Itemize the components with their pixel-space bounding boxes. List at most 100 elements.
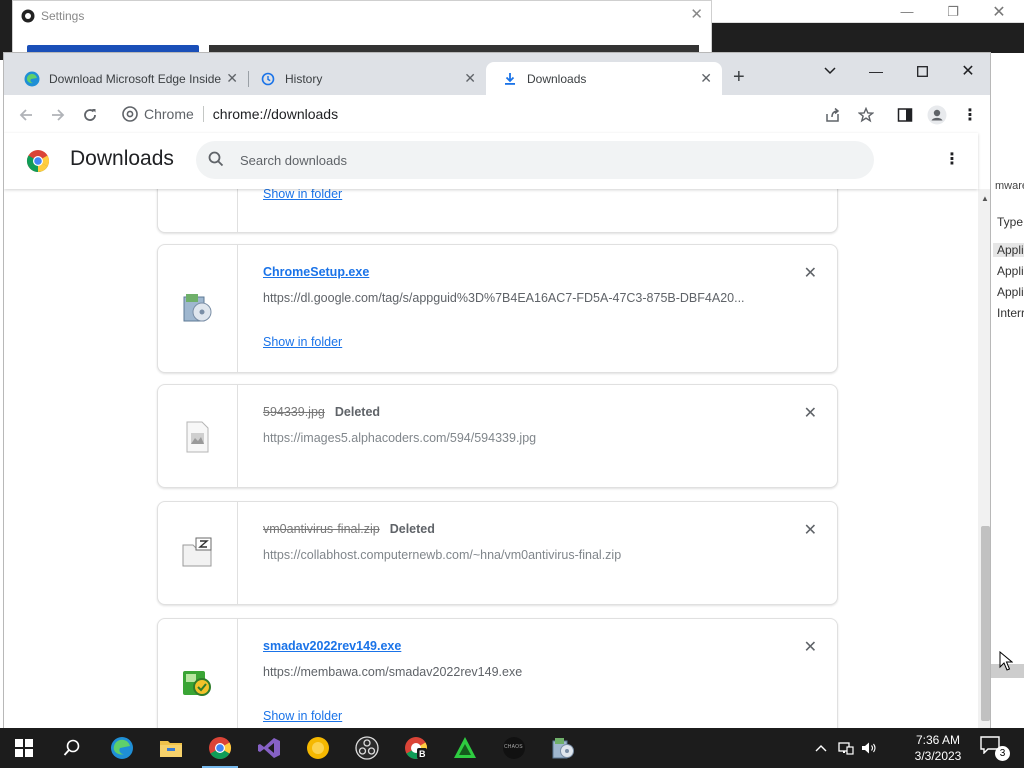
start-button[interactable] [0, 728, 48, 768]
download-card-partial: Show in folder [157, 189, 838, 233]
search-input[interactable] [240, 150, 840, 170]
bg-list-item[interactable]: Interr [997, 306, 1024, 320]
remove-download-button[interactable]: ✕ [804, 263, 817, 283]
taskbar-chrome-beta[interactable]: B [392, 728, 440, 768]
background-window-titlebar: — ❐ ✕ [712, 0, 1024, 23]
remove-download-button[interactable]: ✕ [804, 520, 817, 540]
download-url[interactable]: https://dl.google.com/tag/s/appguid%3D%7… [263, 291, 763, 305]
mouse-cursor-icon [999, 650, 1014, 676]
side-panel-icon[interactable] [891, 101, 919, 129]
notification-count-badge: 3 [995, 746, 1010, 761]
download-status: Deleted [334, 405, 381, 419]
download-filename: 594339.jpg Deleted [263, 405, 380, 419]
volume-icon[interactable] [861, 728, 877, 768]
bg-restore-button[interactable]: ❐ [930, 0, 976, 23]
taskbar-search-button[interactable] [48, 728, 96, 768]
settings-close-button[interactable]: ✕ [690, 5, 703, 23]
reload-button[interactable] [76, 101, 104, 129]
download-card: vm0antivirus-final.zip Deleted https://co… [157, 501, 838, 605]
scrollbar-thumb[interactable] [981, 526, 990, 721]
download-filename: vm0antivirus-final.zip Deleted [263, 522, 435, 536]
filename-link[interactable]: ChromeSetup.exe [263, 265, 369, 279]
settings-app-icon [21, 9, 35, 28]
edge-icon [111, 737, 133, 759]
show-in-folder-link[interactable]: Show in folder [263, 335, 342, 349]
smadav-icon [180, 665, 214, 699]
bg-list-item[interactable]: Appli [997, 264, 1024, 278]
bg-list-item[interactable]: Appli [993, 243, 1024, 257]
chrome-beta-icon: B [405, 737, 427, 759]
taskbar-yellow-app[interactable] [294, 728, 342, 768]
bg-minimize-button[interactable]: — [884, 0, 930, 23]
tab-close-button[interactable]: ✕ [226, 70, 238, 87]
download-url[interactable]: https://images5.alphacoders.com/594/5943… [263, 431, 763, 445]
bg-close-button[interactable]: ✕ [976, 0, 1022, 23]
search-field[interactable] [196, 141, 874, 179]
minimize-button[interactable]: — [853, 57, 899, 85]
tab-history[interactable]: History ✕ [244, 62, 486, 95]
page-scrollbar[interactable]: ▲ [978, 189, 990, 729]
site-chip[interactable]: Chrome [144, 106, 194, 122]
downloads-toolbar: Downloads ⋮ [4, 133, 978, 189]
tab-downloads[interactable]: Downloads ✕ [486, 62, 722, 95]
card-icon-column [158, 619, 238, 729]
url-text[interactable]: chrome://downloads [213, 106, 338, 122]
card-icon-column [158, 502, 238, 604]
taskbar-green-app[interactable] [441, 728, 489, 768]
back-button[interactable] [12, 101, 40, 129]
tab-close-button[interactable]: ✕ [700, 70, 712, 87]
show-in-folder-link[interactable]: Show in folder [263, 189, 342, 201]
taskbar-edge[interactable] [98, 728, 146, 768]
download-icon [502, 71, 518, 87]
bookmark-star-icon[interactable] [852, 101, 880, 129]
taskbar-chaos-app[interactable]: CHAOS [490, 728, 538, 768]
download-url[interactable]: https://membawa.com/smadav2022rev149.exe [263, 665, 763, 679]
filename-link[interactable]: smadav2022rev149.exe [263, 639, 401, 653]
taskbar-obs[interactable] [343, 728, 391, 768]
chrome-window: Download Microsoft Edge Inside ✕ History… [3, 52, 991, 730]
clock-time: 7:36 AM [915, 733, 961, 747]
share-icon[interactable] [819, 101, 847, 129]
tab-title: Downloads [527, 71, 587, 86]
profile-avatar[interactable] [923, 101, 951, 129]
chrome-menu-icon[interactable]: ⋮ [956, 101, 984, 129]
remove-download-button[interactable]: ✕ [804, 403, 817, 423]
close-window-button[interactable]: ✕ [945, 57, 990, 85]
download-filename: smadav2022rev149.exe [263, 639, 401, 653]
page-title: Downloads [70, 147, 174, 170]
windows-taskbar: B CHAOS 7:36 AM 3/3/2023 3 [0, 728, 1024, 768]
chrome-logo-icon [122, 106, 138, 125]
bg-list-item[interactable]: Appli [997, 285, 1024, 299]
downloads-more-actions-icon[interactable]: ⋮ [944, 149, 960, 169]
taskbar-installer[interactable] [539, 728, 587, 768]
taskbar-visual-studio[interactable] [245, 728, 293, 768]
taskbar-chrome[interactable] [196, 728, 244, 768]
maximize-button[interactable] [899, 57, 945, 85]
show-hidden-icons-button[interactable] [815, 728, 827, 768]
settings-window: Settings ✕ [12, 0, 712, 60]
download-url[interactable]: https://collabhost.computernewb.com/~hna… [263, 548, 763, 562]
show-in-folder-link[interactable]: Show in folder [263, 709, 342, 723]
svg-text:B: B [419, 749, 426, 759]
chrome-icon [209, 737, 231, 759]
tab-search-button[interactable] [807, 57, 853, 85]
network-icon[interactable] [838, 728, 854, 768]
remove-download-button[interactable]: ✕ [804, 637, 817, 657]
forward-button[interactable] [44, 101, 72, 129]
tab-close-button[interactable]: ✕ [464, 70, 476, 87]
download-card: ChromeSetup.exe https://dl.google.com/ta… [157, 244, 838, 373]
tab-strip: Download Microsoft Edge Inside ✕ History… [4, 53, 990, 95]
search-icon [208, 151, 224, 172]
obs-icon [355, 736, 379, 760]
chrome-logo-icon [26, 149, 50, 178]
chaos-app-label: CHAOS [504, 744, 523, 750]
tab-edge-download[interactable]: Download Microsoft Edge Inside ✕ [8, 62, 248, 95]
address-bar[interactable]: Chrome chrome://downloads [116, 99, 856, 129]
scroll-up-arrow-icon[interactable]: ▲ [981, 194, 989, 203]
taskbar-file-explorer[interactable] [147, 728, 195, 768]
bg-type-column-header[interactable]: Type [997, 215, 1023, 229]
taskbar-clock[interactable]: 7:36 AM 3/3/2023 [902, 732, 974, 764]
action-center-button[interactable]: 3 [980, 736, 1010, 761]
new-tab-button[interactable]: + [733, 67, 745, 87]
zip-file-icon [180, 535, 214, 569]
